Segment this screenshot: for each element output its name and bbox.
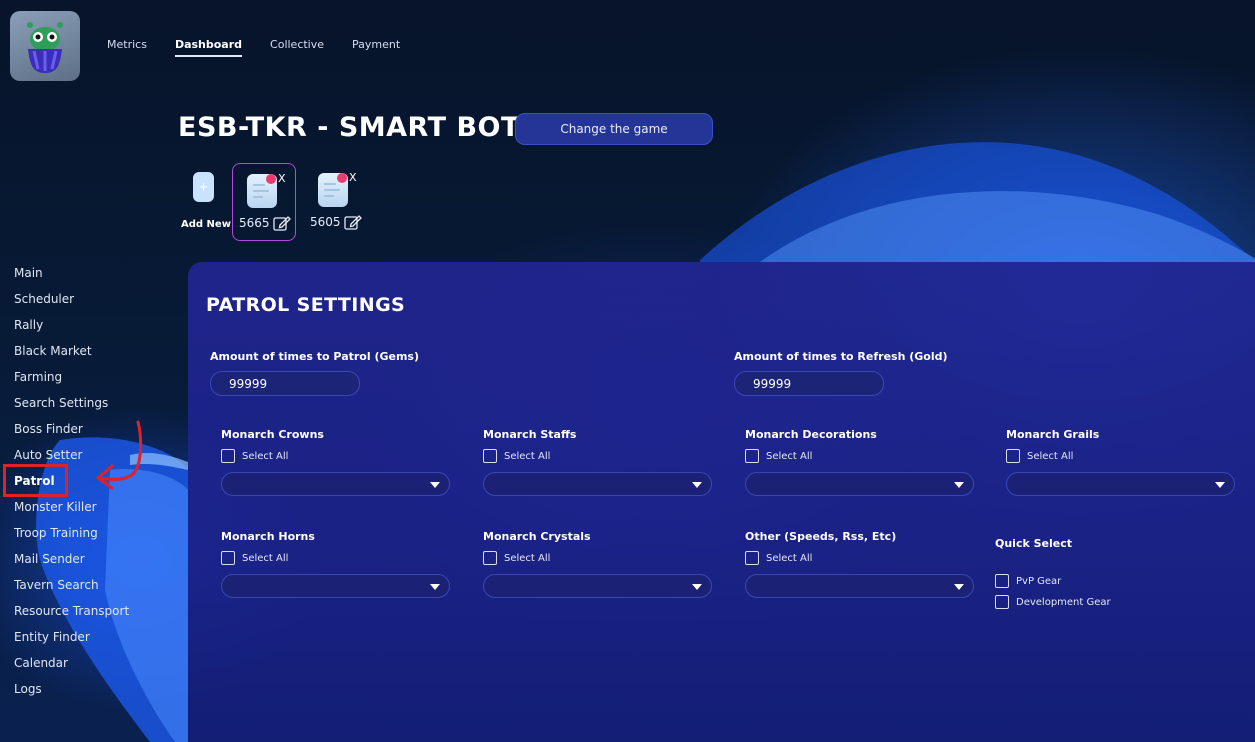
select-all-monarch-crystals[interactable]: Select All	[483, 551, 550, 565]
checkbox[interactable]	[221, 449, 235, 463]
patrol-gems-label: Amount of times to Patrol (Gems)	[210, 350, 420, 363]
sidebar-item-main[interactable]: Main	[0, 262, 160, 288]
sidebar-item-black-market[interactable]: Black Market	[0, 340, 160, 366]
nav-collective[interactable]: Collective	[270, 38, 324, 57]
account-card-5605[interactable]: X 5605	[304, 163, 368, 241]
sidebar-item-monster-killer[interactable]: Monster Killer	[0, 496, 160, 522]
account-id: 5605	[310, 215, 341, 229]
sidebar-item-logs[interactable]: Logs	[0, 678, 160, 704]
group-label-monarch-crystals: Monarch Crystals	[483, 530, 591, 543]
group-label-monarch-crowns: Monarch Crowns	[221, 428, 324, 441]
sidebar-item-rally[interactable]: Rally	[0, 314, 160, 340]
checkbox[interactable]	[221, 551, 235, 565]
select-all-monarch-horns[interactable]: Select All	[221, 551, 288, 565]
select-all-monarch-staffs[interactable]: Select All	[483, 449, 550, 463]
nav-metrics[interactable]: Metrics	[107, 38, 147, 57]
refresh-gold-input[interactable]	[734, 371, 884, 396]
caret-down-icon	[954, 482, 964, 488]
select-all-monarch-grails[interactable]: Select All	[1006, 449, 1073, 463]
group-label-other: Other (Speeds, Rss, Etc)	[745, 530, 897, 543]
caret-down-icon	[1215, 482, 1225, 488]
sidebar-item-mail-sender[interactable]: Mail Sender	[0, 548, 160, 574]
sidebar-item-farming[interactable]: Farming	[0, 366, 160, 392]
remove-account-button[interactable]: X	[278, 172, 286, 185]
caret-down-icon	[692, 584, 702, 590]
sidebar-item-calendar[interactable]: Calendar	[0, 652, 160, 678]
checkbox[interactable]	[1006, 449, 1020, 463]
quick-select-development-gear[interactable]: Development Gear	[995, 595, 1111, 609]
change-game-button[interactable]: Change the game	[515, 113, 713, 145]
sidebar-item-resource-transport[interactable]: Resource Transport	[0, 600, 160, 626]
edit-icon[interactable]	[344, 214, 362, 230]
group-label-monarch-grails: Monarch Grails	[1006, 428, 1100, 441]
page-title: ESB-TKR - SMART BOT	[178, 112, 520, 143]
checkbox[interactable]	[745, 551, 759, 565]
sidebar-item-search-settings[interactable]: Search Settings	[0, 392, 160, 418]
sidebar-item-tavern-search[interactable]: Tavern Search	[0, 574, 160, 600]
monarch-crowns-dropdown[interactable]	[221, 472, 450, 496]
group-label-monarch-decorations: Monarch Decorations	[745, 428, 877, 441]
caret-down-icon	[430, 482, 440, 488]
quick-select-pvp-gear[interactable]: PvP Gear	[995, 574, 1061, 588]
monarch-decorations-dropdown[interactable]	[745, 472, 974, 496]
checkbox[interactable]	[483, 551, 497, 565]
checkbox[interactable]	[745, 449, 759, 463]
nav-dashboard[interactable]: Dashboard	[174, 38, 243, 57]
checkbox[interactable]	[995, 574, 1009, 588]
patrol-settings-panel	[188, 262, 1255, 742]
monarch-grails-dropdown[interactable]	[1006, 472, 1235, 496]
notification-dot	[337, 173, 347, 183]
monarch-crystals-dropdown[interactable]	[483, 574, 712, 598]
remove-account-button[interactable]: X	[349, 171, 357, 184]
caret-down-icon	[692, 482, 702, 488]
add-new-account[interactable]: + Add New	[181, 172, 231, 230]
sidebar-item-scheduler[interactable]: Scheduler	[0, 288, 160, 314]
account-card-5665[interactable]: X 5665	[232, 163, 296, 241]
nav-payment[interactable]: Payment	[352, 38, 400, 57]
app-logo[interactable]	[10, 11, 80, 81]
top-nav: Metrics Dashboard Collective Payment	[107, 38, 428, 57]
select-all-monarch-crowns[interactable]: Select All	[221, 449, 288, 463]
patrol-gems-input[interactable]	[210, 371, 360, 396]
patrol-highlight-box	[3, 464, 68, 497]
quick-select-label: Quick Select	[995, 537, 1073, 550]
sidebar-item-troop-training[interactable]: Troop Training	[0, 522, 160, 548]
sidebar-item-entity-finder[interactable]: Entity Finder	[0, 626, 160, 652]
other-dropdown[interactable]	[745, 574, 974, 598]
refresh-gold-label: Amount of times to Refresh (Gold)	[734, 350, 948, 363]
account-id: 5665	[239, 216, 270, 230]
select-all-monarch-decorations[interactable]: Select All	[745, 449, 812, 463]
checkbox[interactable]	[483, 449, 497, 463]
red-arrow-icon	[96, 420, 143, 490]
panel-title: PATROL SETTINGS	[206, 294, 406, 316]
monarch-horns-dropdown[interactable]	[221, 574, 450, 598]
group-label-monarch-horns: Monarch Horns	[221, 530, 315, 543]
checkbox[interactable]	[995, 595, 1009, 609]
group-label-monarch-staffs: Monarch Staffs	[483, 428, 577, 441]
plus-icon[interactable]: +	[193, 172, 214, 202]
monarch-staffs-dropdown[interactable]	[483, 472, 712, 496]
add-new-label: Add New	[181, 219, 231, 230]
caret-down-icon	[430, 584, 440, 590]
caret-down-icon	[954, 584, 964, 590]
edit-icon[interactable]	[273, 215, 291, 231]
select-all-other[interactable]: Select All	[745, 551, 812, 565]
bot-mascot-icon	[27, 22, 63, 73]
notification-dot	[266, 174, 276, 184]
